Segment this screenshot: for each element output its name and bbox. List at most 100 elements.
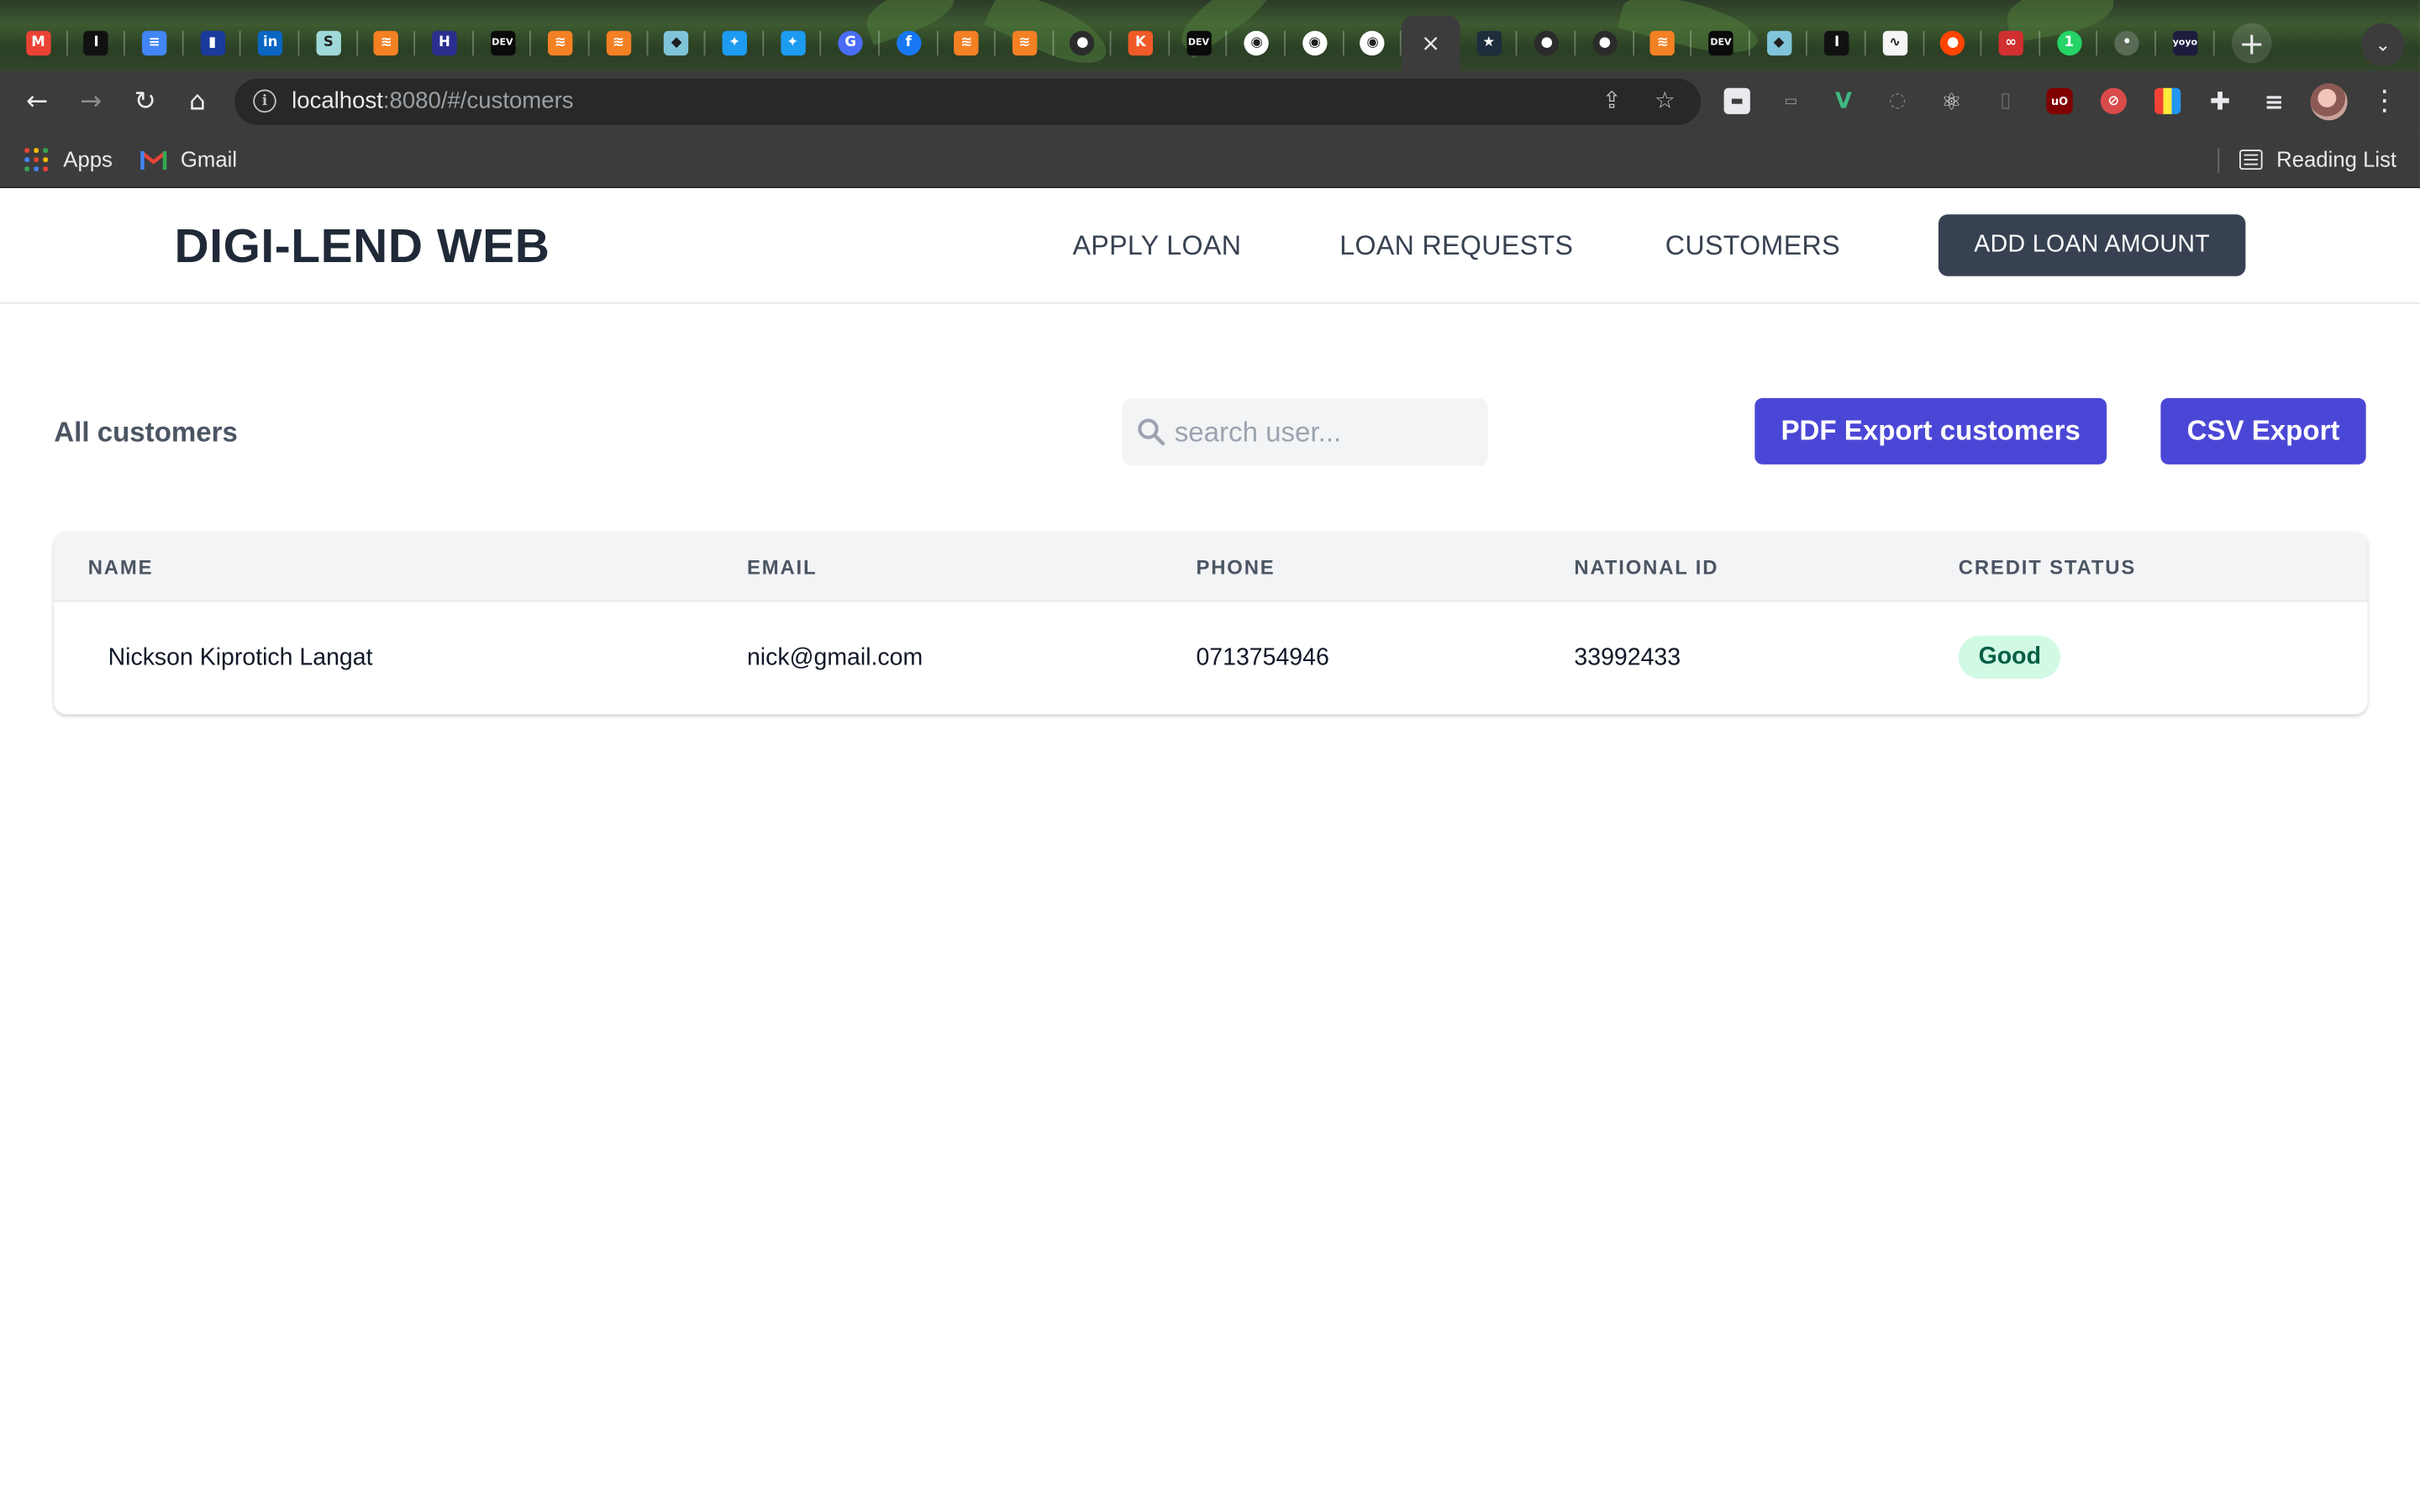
profile-avatar[interactable] [2310, 83, 2348, 121]
browser-tab[interactable]: ◉ [1344, 15, 1402, 71]
browser-tab[interactable]: ◉ [1228, 15, 1286, 71]
bookmark-apps[interactable]: Apps [24, 146, 113, 171]
bookmark-gmail-label: Gmail [180, 146, 238, 171]
column-header-name[interactable]: NAME [88, 555, 154, 579]
browser-tab[interactable]: ▮ [183, 15, 241, 71]
wave-icon: ∿ [1882, 30, 1907, 56]
reload-icon[interactable]: ↻ [127, 83, 164, 120]
browser-tab[interactable]: ● [1054, 15, 1112, 71]
github-icon: ● [1070, 30, 1096, 56]
site-info-icon[interactable]: i [253, 89, 276, 113]
bookmark-gmail[interactable]: Gmail [140, 146, 237, 171]
csv-export-button[interactable]: CSV Export [2160, 397, 2366, 465]
google-icon: G [838, 30, 863, 56]
nav-customers[interactable]: CUSTOMERS [1665, 230, 1840, 263]
browser-tab[interactable]: ◉ [1286, 15, 1344, 71]
browser-tab[interactable]: ≋ [1634, 15, 1691, 71]
browser-tab[interactable]: ◆ [648, 15, 706, 71]
credit-status-badge: Good [1958, 635, 2061, 680]
kaggle-icon: K [1128, 30, 1154, 56]
tab-search-button[interactable]: ⌄ [2361, 23, 2405, 66]
browser-tab[interactable]: ◆ [1749, 15, 1807, 71]
browser-tab[interactable]: ≡ [125, 15, 183, 71]
add-loan-amount-button[interactable]: ADD LOAN AMOUNT [1938, 214, 2246, 276]
cell-name: Nickson Kiprotich Langat [108, 644, 373, 671]
browser-tab[interactable]: ✦ [706, 15, 764, 71]
browser-tab[interactable]: H [415, 15, 473, 71]
bookmark-extension-icon[interactable]: ▯ [1992, 88, 2018, 114]
browser-tab[interactable]: M [9, 15, 67, 71]
dot-icon: • [2114, 30, 2139, 56]
browser-tab[interactable]: ≋ [938, 15, 996, 71]
color-picker-icon[interactable] [2154, 87, 2181, 114]
browser-tab[interactable]: ★ [1460, 15, 1518, 71]
browser-tab[interactable]: 1 [2040, 15, 2098, 71]
reading-list-label: Reading List [2276, 146, 2397, 171]
browser-tab[interactable]: DEV [473, 15, 531, 71]
search-box[interactable] [1122, 397, 1488, 466]
browser-tab[interactable]: K [1112, 15, 1170, 71]
github-icon: ● [1592, 30, 1618, 56]
browser-tab[interactable]: f [880, 15, 938, 71]
media-queue-icon[interactable]: ≡ [2261, 87, 2287, 115]
home-icon[interactable]: ⌂ [179, 83, 216, 120]
browser-tab[interactable]: G [822, 15, 880, 71]
back-arrow-icon[interactable]: ← [18, 83, 55, 120]
url-host: localhost [292, 87, 383, 114]
browser-tab[interactable]: • [2098, 15, 2156, 71]
browser-tab[interactable]: DEV [1170, 15, 1228, 71]
globe-icon: ◉ [1244, 30, 1270, 56]
close-icon[interactable]: × [1421, 29, 1440, 57]
browser-tab[interactable]: ≋ [590, 15, 648, 71]
bookmark-star-icon[interactable]: ☆ [1655, 87, 1676, 114]
cell-national-id: 33992433 [1574, 644, 1681, 671]
browser-tab[interactable]: I [67, 15, 125, 71]
forward-arrow-icon[interactable]: → [72, 83, 109, 120]
browser-tab[interactable]: I [1808, 15, 1866, 71]
bookmarks-bar: Apps Gmail Reading List [0, 132, 2420, 189]
browser-tab[interactable]: ∞ [1982, 15, 2040, 71]
stackoverflow-icon: ≋ [606, 30, 631, 56]
table-header: NAME EMAIL PHONE NATIONAL ID CREDIT STAT… [54, 532, 2368, 602]
browser-tab[interactable]: ● [1924, 15, 1982, 71]
column-header-phone[interactable]: PHONE [1196, 555, 1275, 579]
browser-tab[interactable]: yoyo [2156, 15, 2214, 71]
nav-loan-requests[interactable]: LOAN REQUESTS [1339, 230, 1573, 263]
url-text[interactable]: localhost:8080/#/customers [292, 88, 573, 114]
brand-title[interactable]: DIGI-LEND WEB [175, 219, 550, 275]
nav-apply-loan[interactable]: APPLY LOAN [1073, 230, 1242, 263]
column-header-credit-status[interactable]: CREDIT STATUS [1959, 555, 2136, 579]
stackoverflow-icon: ≋ [548, 30, 573, 56]
browser-tab[interactable]: ≋ [357, 15, 415, 71]
search-input[interactable] [1174, 397, 1476, 466]
column-header-national-id[interactable]: NATIONAL ID [1574, 555, 1718, 579]
gmail-icon: M [25, 30, 51, 56]
ublock-origin-icon[interactable]: uO [2046, 87, 2073, 114]
browser-tab[interactable]: ● [1576, 15, 1634, 71]
column-header-email[interactable]: EMAIL [747, 555, 817, 579]
address-bar[interactable]: i localhost:8080/#/customers ⇪ ☆ [234, 78, 1702, 125]
browser-tab[interactable]: ● [1518, 15, 1576, 71]
browser-tab[interactable]: ✦ [764, 15, 822, 71]
browser-tab[interactable]: DEV [1691, 15, 1749, 71]
browser-tab[interactable]: in [241, 15, 299, 71]
browser-tab[interactable]: × [1402, 15, 1460, 71]
share-icon[interactable]: ⇪ [1602, 87, 1621, 114]
reading-list-button[interactable]: Reading List [2239, 146, 2396, 171]
new-tab-button[interactable]: + [2231, 23, 2272, 64]
react-devtools-icon[interactable]: ⚛ [1939, 87, 1965, 115]
pdf-export-button[interactable]: PDF Export customers [1754, 397, 2107, 465]
truck-extension-icon[interactable]: ▬ [1723, 87, 1750, 114]
browser-tab[interactable]: S [299, 15, 357, 71]
browser-tab-strip: M I ≡ ▮ in S ≋ H DEV ≋ ≋ ◆ ✦ ✦ Gf ≋ ≋ ● K DEV ◉ ◉ ◉ × ★ ● ● ≋ DEV ◆ I ∿… [0, 0, 2420, 71]
car-extension-icon[interactable]: ▭ [1778, 88, 1804, 114]
browser-tab[interactable]: ≋ [996, 15, 1054, 71]
more-menu-icon[interactable]: ⋮ [2370, 85, 2398, 118]
red-extension-icon[interactable]: ⊘ [2100, 87, 2127, 114]
extensions-puzzle-icon[interactable]: ✚ [2207, 87, 2233, 116]
url-path: :8080/#/customers [382, 87, 574, 114]
vue-devtools-icon[interactable]: V [1830, 88, 1856, 114]
refresh-extension-icon[interactable]: ◌ [1885, 88, 1911, 114]
browser-tab[interactable]: ∿ [1866, 15, 1924, 71]
browser-tab[interactable]: ≋ [531, 15, 589, 71]
